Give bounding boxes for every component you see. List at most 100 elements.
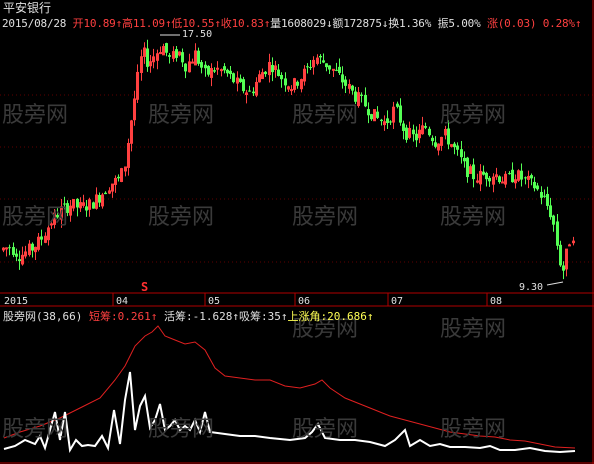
high-label: 高 bbox=[122, 17, 133, 30]
up-arrow-icon: ↑ bbox=[574, 17, 582, 30]
candle-body bbox=[175, 49, 178, 58]
candle-body bbox=[412, 129, 415, 135]
amplitude-label: 振 bbox=[437, 17, 449, 30]
candle-body bbox=[40, 236, 43, 240]
watermark: 股旁网 bbox=[148, 205, 215, 230]
candle-body bbox=[226, 69, 229, 74]
candle-body bbox=[98, 195, 101, 203]
indicator-params: (38,66) bbox=[36, 310, 83, 323]
candle-body bbox=[463, 157, 466, 162]
indicator-bar: 股旁网(38,66) 短筹:0.261↑ 活筹:-1.628↑吸筹:35↑上涨角… bbox=[3, 310, 374, 323]
candle-body bbox=[453, 143, 456, 148]
watermark: 股旁网 bbox=[440, 205, 507, 230]
month-label: 04 bbox=[116, 296, 129, 307]
watermark: 股旁网 bbox=[2, 103, 69, 128]
month-label: 2015 bbox=[4, 296, 29, 307]
watermark: 股旁网 bbox=[292, 417, 359, 442]
candle-body bbox=[511, 169, 514, 183]
candle-body bbox=[508, 173, 511, 175]
candle-body bbox=[104, 192, 107, 195]
candle-body bbox=[204, 64, 207, 69]
candle-body bbox=[280, 74, 283, 80]
candle-body bbox=[146, 48, 149, 67]
candle-body bbox=[552, 215, 555, 225]
candle-body bbox=[18, 259, 21, 262]
candle-body bbox=[364, 94, 367, 107]
candle-body bbox=[524, 177, 527, 179]
candle-body bbox=[370, 114, 373, 120]
info-bar: 2015/08/28 开10.89↑高11.09↑低10.55↑收10.83↑量… bbox=[2, 17, 582, 30]
candle-body bbox=[277, 69, 280, 76]
watermark: 股旁网 bbox=[292, 205, 359, 230]
candle-body bbox=[498, 176, 501, 183]
candle-body bbox=[296, 81, 299, 86]
amount-label: 额 bbox=[332, 17, 344, 30]
candle-body bbox=[501, 181, 504, 184]
candle-body bbox=[207, 65, 210, 75]
candle-body bbox=[559, 244, 562, 266]
change-value: (0.03) bbox=[497, 17, 537, 30]
price-high-label: 17.50 bbox=[182, 29, 213, 40]
watermark: 股旁网 bbox=[440, 417, 507, 442]
candle-body bbox=[376, 111, 379, 118]
watermark: 股旁网 bbox=[148, 103, 215, 128]
kline-chart[interactable] bbox=[0, 0, 594, 464]
candle-body bbox=[322, 60, 325, 63]
candle-body bbox=[159, 52, 162, 55]
candle-body bbox=[556, 221, 559, 246]
candle-body bbox=[472, 164, 475, 180]
low-pointer-line bbox=[546, 281, 564, 286]
close-label: 收 bbox=[220, 17, 232, 30]
candle-body bbox=[402, 123, 405, 131]
candle-body bbox=[540, 191, 543, 198]
candle-body bbox=[76, 198, 79, 208]
watermark: 股旁网 bbox=[292, 103, 359, 128]
stock-title: 平安银行 bbox=[3, 1, 52, 15]
candle-body bbox=[344, 79, 347, 86]
candle-body bbox=[8, 247, 11, 249]
open-value: 10.89 bbox=[83, 17, 116, 30]
watermark: 股旁网 bbox=[440, 317, 507, 342]
candle-body bbox=[117, 176, 120, 179]
candle-body bbox=[232, 73, 235, 83]
candle-body bbox=[213, 70, 216, 72]
candle-body bbox=[328, 65, 331, 70]
short-value: 0.261 bbox=[117, 310, 151, 323]
candle-body bbox=[31, 243, 34, 251]
candle-body bbox=[338, 66, 341, 73]
month-label: 05 bbox=[208, 296, 221, 307]
price-low-label: 9.30 bbox=[519, 282, 544, 293]
candle-body bbox=[325, 63, 328, 68]
open-label: 开 bbox=[72, 17, 84, 30]
candle-body bbox=[396, 103, 399, 107]
month-label: 08 bbox=[490, 296, 503, 307]
candle-body bbox=[405, 127, 408, 140]
candle-body bbox=[197, 50, 200, 64]
candle-body bbox=[271, 64, 274, 73]
candle-body bbox=[536, 185, 539, 190]
active-value: -1.628 bbox=[192, 310, 233, 323]
candle-body bbox=[546, 193, 549, 206]
candle-body bbox=[415, 133, 418, 141]
sell-marker: S bbox=[141, 280, 149, 294]
month-label: 06 bbox=[298, 296, 311, 307]
active-label: 活筹 bbox=[163, 310, 186, 323]
candle-body bbox=[165, 43, 168, 53]
short-label: 短筹 bbox=[88, 310, 111, 323]
watermark: 股旁网 bbox=[2, 417, 69, 442]
candle-body bbox=[530, 175, 533, 179]
low-label: 低 bbox=[171, 17, 183, 30]
candle-body bbox=[200, 62, 203, 68]
candle-body bbox=[549, 205, 552, 218]
candle-body bbox=[264, 71, 267, 75]
candle-body bbox=[85, 206, 88, 211]
candle-body bbox=[181, 52, 184, 63]
candle-body bbox=[520, 170, 523, 180]
angle-label: 上涨角 bbox=[287, 310, 321, 323]
candle-body bbox=[216, 67, 219, 70]
volume-label: 量 bbox=[270, 17, 281, 30]
candle-body bbox=[168, 55, 171, 57]
candle-body bbox=[335, 69, 338, 71]
candle-body bbox=[284, 78, 287, 86]
candle-body bbox=[92, 202, 95, 209]
